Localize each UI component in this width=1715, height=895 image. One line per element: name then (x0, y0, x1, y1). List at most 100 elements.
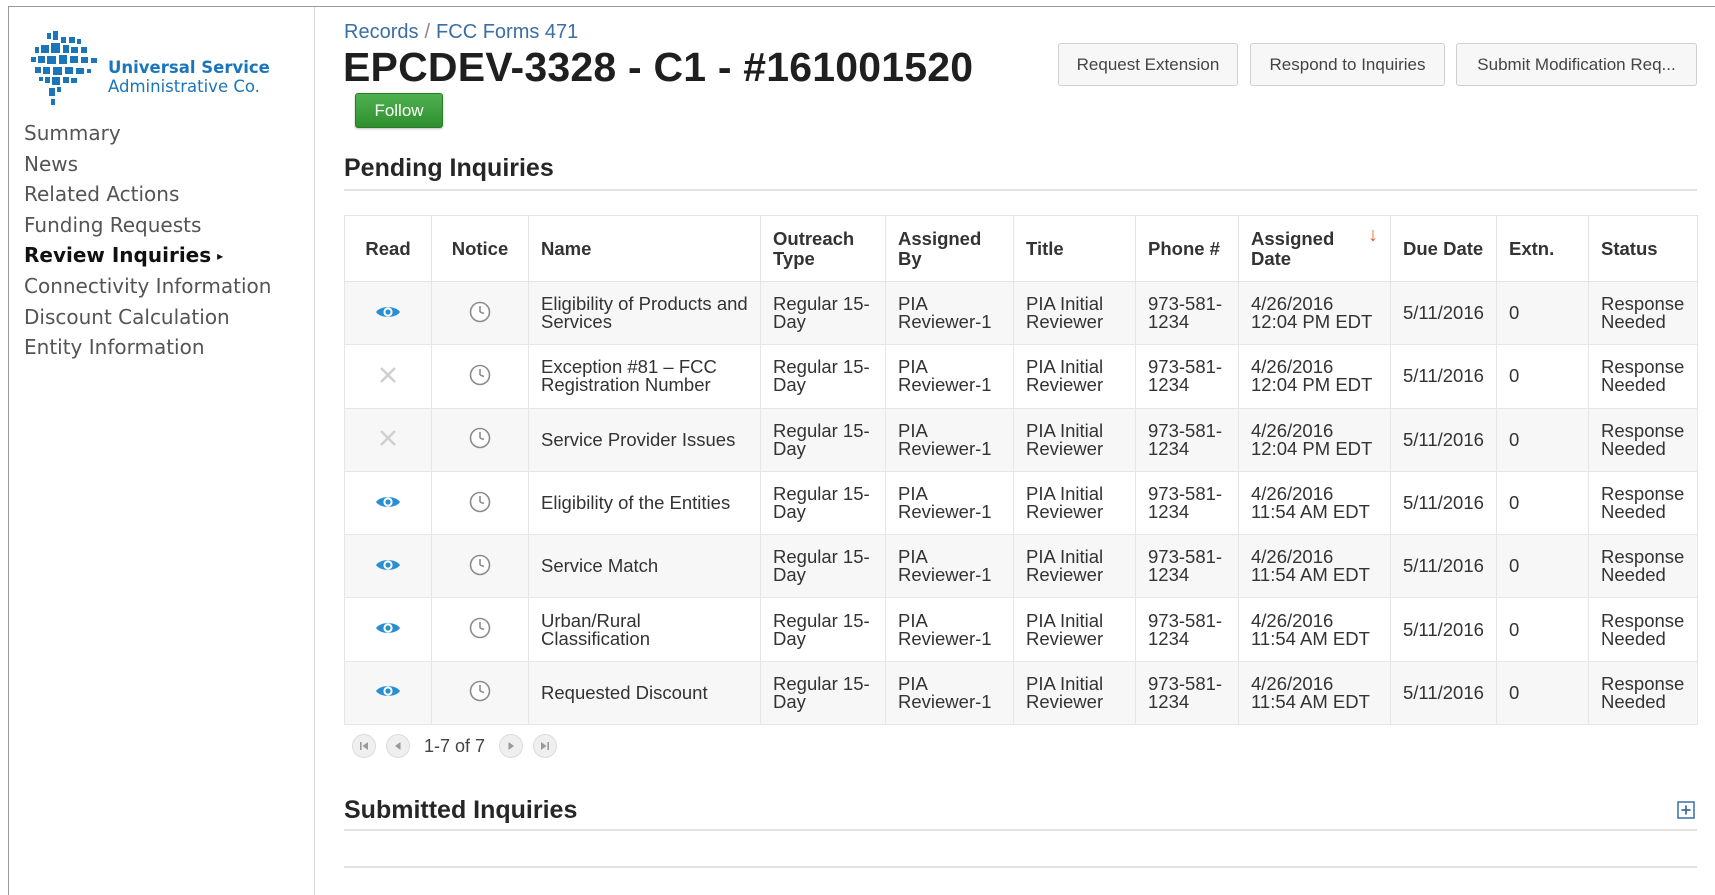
brand-name-line2: Administrative Co. (108, 77, 260, 96)
eye-icon[interactable] (375, 493, 401, 511)
sidebar-item-connectivity-information[interactable]: Connectivity Information (24, 271, 271, 302)
cell-title: PIA Initial Reviewer (1013, 597, 1136, 662)
clock-icon[interactable] (468, 363, 492, 387)
cell-phone: 973-581-1234 (1135, 344, 1239, 409)
request-extension-button[interactable]: Request Extension (1058, 43, 1238, 86)
respond-to-inquiries-button[interactable]: Respond to Inquiries (1250, 43, 1445, 86)
cell-name[interactable]: Service Provider Issues (528, 407, 761, 472)
cell-name[interactable]: Eligibility of the Entities (528, 470, 761, 536)
sidebar-item-related-actions[interactable]: Related Actions (24, 179, 271, 210)
table-row[interactable]: Service Provider Issues Regular 15-Day PIA… (344, 407, 1698, 472)
caret-right-icon: ▸ (217, 249, 224, 264)
cell-due-date: 5/11/2016 (1390, 470, 1497, 536)
cell-assigned-by: PIA Reviewer-1 (885, 280, 1014, 346)
sidebar-item-news[interactable]: News (24, 149, 271, 180)
cell-name[interactable]: Eligibility of Products and Services (528, 280, 761, 346)
table-row[interactable]: Urban/Rural Classification Regular 15-Day… (344, 597, 1698, 662)
cell-assigned-date: 4/26/2016 12:04 PM EDT (1238, 280, 1391, 346)
table-row[interactable]: Requested Discount Regular 15-Day PIA Revi… (344, 660, 1698, 726)
cell-assigned-date: 4/26/2016 11:54 AM EDT (1238, 534, 1391, 599)
usac-logo[interactable]: Universal Service Administrative Co. (25, 29, 275, 119)
cell-notice (431, 407, 529, 472)
cell-read (344, 344, 432, 409)
follow-button[interactable]: Follow (355, 93, 443, 128)
column-header-status[interactable]: Status (1588, 215, 1698, 282)
clock-icon[interactable] (468, 679, 492, 703)
first-page-icon (360, 742, 368, 750)
column-header-read[interactable]: Read (344, 215, 432, 282)
eye-icon[interactable] (375, 619, 401, 637)
cell-outreach-type: Regular 15-Day (760, 534, 886, 599)
cell-name[interactable]: Urban/Rural Classification (528, 597, 761, 662)
section-divider (344, 189, 1697, 191)
cell-assigned-date: 4/26/2016 11:54 AM EDT (1238, 660, 1391, 726)
cell-outreach-type: Regular 15-Day (760, 660, 886, 726)
previous-page-button[interactable] (386, 734, 410, 758)
table-row[interactable]: Service Match Regular 15-Day PIA Reviewer-… (344, 534, 1698, 599)
cell-title: PIA Initial Reviewer (1013, 534, 1136, 599)
pending-inquiries-table: Read Notice Name Outreach Type Assigned … (344, 215, 1698, 726)
plus-square-icon[interactable] (1677, 801, 1695, 819)
next-page-button[interactable] (499, 734, 524, 758)
sidebar-item-funding-requests[interactable]: Funding Requests (24, 210, 271, 241)
clock-icon[interactable] (468, 426, 492, 450)
eye-icon[interactable] (375, 556, 401, 574)
cell-due-date: 5/11/2016 (1390, 660, 1497, 726)
page-title: EPCDEV-3328 - C1 - #161001520 (343, 44, 974, 90)
cell-title: PIA Initial Reviewer (1013, 344, 1136, 409)
clock-icon[interactable] (468, 553, 492, 577)
breadcrumb-records-link[interactable]: Records (344, 21, 418, 43)
column-header-due-date[interactable]: Due Date (1390, 215, 1497, 282)
x-icon (380, 367, 396, 383)
column-header-outreach-type[interactable]: Outreach Type (760, 215, 886, 282)
brand-name-line1: Universal Service (108, 58, 270, 77)
x-icon (380, 430, 396, 447)
cell-notice (431, 470, 529, 536)
eye-icon[interactable] (375, 682, 401, 700)
cell-status: Response Needed (1588, 407, 1698, 472)
cell-extn: 0 (1496, 407, 1589, 472)
cell-assigned-date: 4/26/2016 12:04 PM EDT (1238, 344, 1391, 409)
cell-assigned-by: PIA Reviewer-1 (885, 660, 1014, 726)
submitted-inquiries-heading: Submitted Inquiries (344, 796, 578, 824)
cell-notice (431, 280, 529, 346)
last-page-button[interactable] (533, 734, 558, 758)
cell-phone: 973-581-1234 (1135, 534, 1239, 599)
table-row[interactable]: Eligibility of the Entities Regular 15-Da… (344, 470, 1698, 536)
cell-due-date: 5/11/2016 (1390, 280, 1497, 346)
table-row[interactable]: Exception #81 – FCC Registration Number R… (344, 344, 1698, 409)
cell-name[interactable]: Service Match (528, 534, 761, 599)
clock-icon[interactable] (468, 490, 492, 514)
clock-icon[interactable] (468, 616, 492, 640)
column-header-assigned-date[interactable]: ↓ Assigned Date (1238, 215, 1391, 282)
submit-modification-request-button[interactable]: Submit Modification Req... (1456, 43, 1697, 86)
sidebar-item-discount-calculation[interactable]: Discount Calculation (24, 302, 271, 333)
cell-name[interactable]: Requested Discount (528, 660, 761, 726)
first-page-button[interactable] (352, 734, 376, 758)
cell-name[interactable]: Exception #81 – FCC Registration Number (528, 344, 761, 409)
cell-due-date: 5/11/2016 (1390, 344, 1497, 409)
cell-due-date: 5/11/2016 (1390, 597, 1497, 662)
sidebar-item-review-inquiries[interactable]: Review Inquiries ▸ (24, 240, 271, 271)
breadcrumb: Records / FCC Forms 471 (344, 21, 578, 44)
table-row[interactable]: Eligibility of Products and Services Regu… (344, 280, 1698, 346)
cell-outreach-type: Regular 15-Day (760, 344, 886, 409)
column-header-name[interactable]: Name (528, 215, 761, 282)
eye-icon[interactable] (375, 303, 401, 321)
table-body: Eligibility of Products and Services Regu… (344, 280, 1698, 726)
cell-read (344, 597, 432, 662)
sidebar-item-entity-information[interactable]: Entity Information (24, 332, 271, 363)
cell-assigned-by: PIA Reviewer-1 (885, 407, 1014, 472)
cell-read (344, 407, 432, 472)
cell-notice (431, 344, 529, 409)
clock-icon[interactable] (468, 300, 492, 324)
breadcrumb-fcc-forms-link[interactable]: FCC Forms 471 (436, 21, 578, 43)
column-header-assigned-by[interactable]: Assigned By (885, 215, 1014, 282)
column-header-title[interactable]: Title (1013, 215, 1136, 282)
cell-due-date: 5/11/2016 (1390, 407, 1497, 472)
column-header-phone[interactable]: Phone # (1135, 215, 1239, 282)
column-header-notice[interactable]: Notice (431, 215, 529, 282)
sidebar-item-summary[interactable]: Summary (24, 118, 271, 149)
column-header-extn[interactable]: Extn. (1496, 215, 1589, 282)
cell-read (344, 280, 432, 346)
